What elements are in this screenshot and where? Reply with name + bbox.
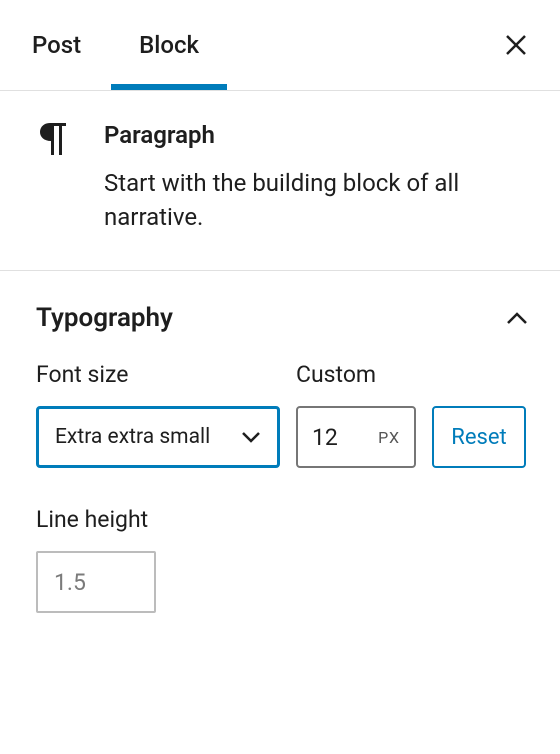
custom-font-size-unit: PX [378,428,400,447]
paragraph-icon [40,123,74,234]
typography-section-title: Typography [36,303,506,333]
line-height-placeholder: 1.5 [54,569,86,596]
block-title: Paragraph [104,121,528,149]
tab-post-label: Post [32,31,81,59]
custom-font-size-input[interactable]: 12 PX [296,406,416,468]
tab-post[interactable]: Post [32,0,81,90]
chevron-down-icon [241,431,261,443]
close-button[interactable] [496,25,536,65]
custom-font-size-value: 12 [312,424,378,451]
typography-section-toggle[interactable]: Typography [36,271,528,361]
font-size-value: Extra extra small [55,425,241,449]
line-height-input[interactable]: 1.5 [36,551,156,613]
font-size-label: Font size [36,361,280,388]
block-description-section: Paragraph Start with the building block … [0,91,560,271]
close-icon [505,34,527,56]
line-height-label: Line height [36,506,528,533]
tab-block-label: Block [139,31,199,59]
tab-block[interactable]: Block [139,0,199,90]
custom-font-size-label: Custom [296,361,416,388]
font-size-select[interactable]: Extra extra small [36,406,280,468]
block-subtitle: Start with the building block of all nar… [104,167,528,234]
reset-button[interactable]: Reset [432,406,526,468]
chevron-up-icon [506,306,528,331]
reset-button-label: Reset [451,425,506,450]
